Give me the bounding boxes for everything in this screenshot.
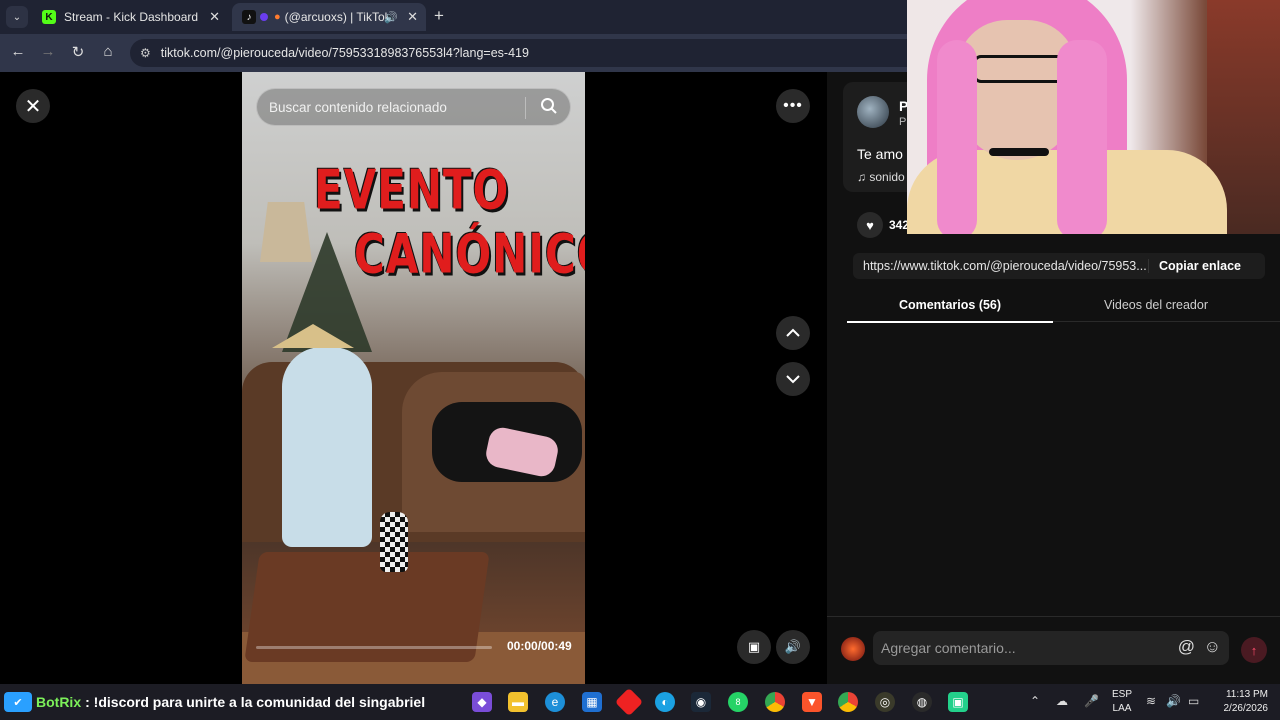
back-icon[interactable]: ← <box>8 43 28 60</box>
like-control[interactable]: ♥ 342 <box>857 212 909 238</box>
chevron-up-icon <box>786 328 800 337</box>
emoji-icon[interactable]: ☺ <box>1204 637 1221 657</box>
comment-input[interactable]: Agregar comentario... @ ☺ <box>873 631 1229 665</box>
battery-icon[interactable]: ▭ <box>1188 694 1199 708</box>
chat-message: : !discord para unirte a la comunidad de… <box>85 694 426 710</box>
flame-icon: ● <box>274 11 281 23</box>
tab-tiktok[interactable]: ♪ ● (@arcuoxs) | TikTok 🔊 ✕ <box>232 3 426 31</box>
edge-icon[interactable]: e <box>545 692 565 712</box>
speaker-icon[interactable]: 🔊 <box>384 11 398 24</box>
creator-subtitle: P <box>899 116 907 128</box>
chrome-icon[interactable] <box>765 692 785 712</box>
comment-placeholder: Agregar comentario... <box>881 640 1016 656</box>
file-explorer-icon[interactable]: ▬ <box>508 692 528 712</box>
video-caption: Te amo r <box>857 146 912 162</box>
heart-icon[interactable]: ♥ <box>857 212 883 238</box>
chat-username: BotRix <box>36 694 82 710</box>
copilot-icon[interactable]: ◆ <box>472 692 492 712</box>
url-text: tiktok.com/@pierouceda/video/75953318983… <box>160 46 529 60</box>
creator-avatar[interactable] <box>857 96 889 128</box>
windows-taskbar: ✔ BotRix : !discord para unirte a la com… <box>0 684 1280 720</box>
address-bar[interactable]: ⚙ tiktok.com/@pierouceda/video/759533189… <box>130 39 930 67</box>
tab-title: Stream - Kick Dashboard <box>64 10 199 24</box>
tab-comments[interactable]: Comentarios (56) <box>847 298 1053 323</box>
volume-tray-icon[interactable]: 🔊 <box>1166 694 1181 708</box>
cam-hair-left <box>937 40 977 234</box>
microphone-icon[interactable]: 🎤 <box>1084 694 1099 708</box>
video-overlay-title-line1: EVENTO <box>314 158 510 222</box>
close-video-button[interactable]: ✕ <box>16 89 50 123</box>
app-green-icon[interactable]: ▣ <box>948 692 968 712</box>
chrome-active-icon[interactable] <box>838 692 858 712</box>
video-progress-bar[interactable] <box>256 646 492 649</box>
search-placeholder: Buscar contenido relacionado <box>269 99 447 115</box>
search-divider <box>525 97 526 119</box>
picture-in-picture-button[interactable]: ▣ <box>737 630 771 664</box>
app-globe-icon[interactable]: ◎ <box>875 692 895 712</box>
forward-icon[interactable]: → <box>38 43 58 60</box>
volume-button[interactable]: 🔊 <box>776 630 810 664</box>
comment-bar: Agregar comentario... @ ☺ ↑ <box>827 616 1280 684</box>
send-comment-button[interactable]: ↑ <box>1241 637 1267 663</box>
music-note-icon: ♫ <box>857 170 870 184</box>
panel-tabs: Comentarios (56) Videos del creador <box>847 294 1280 323</box>
site-info-icon[interactable]: ⚙ <box>140 46 151 60</box>
tab-title: (@arcuoxs) | TikTok <box>284 10 391 24</box>
close-tab-icon[interactable]: ✕ <box>407 9 418 25</box>
previous-video-button[interactable] <box>776 316 810 350</box>
whatsapp-icon[interactable]: 8 <box>728 692 748 712</box>
music-label: sonido <box>869 170 905 184</box>
language-indicator[interactable]: ESP LAA <box>1112 688 1132 716</box>
new-tab-button[interactable]: + <box>434 6 444 26</box>
reload-icon[interactable]: ↻ <box>68 43 88 61</box>
clock-time: 11:13 PM <box>1225 689 1268 700</box>
tab-creator-videos[interactable]: Videos del creador <box>1053 298 1259 312</box>
tab-search-button[interactable]: ⌄ <box>6 6 28 28</box>
chat-ticker: ✔ BotRix : !discord para unirte a la com… <box>4 692 425 712</box>
mention-icon[interactable]: @ <box>1178 637 1195 657</box>
home-icon[interactable]: ⌂ <box>98 43 118 60</box>
cloud-icon[interactable]: ☁ <box>1056 694 1068 708</box>
whatsapp-badge: 8 <box>735 697 741 707</box>
video-timecode: 00:00/00:49 <box>507 639 572 653</box>
more-options-button[interactable]: ••• <box>776 89 810 123</box>
tiktok-icon: ♪ <box>242 10 256 24</box>
user-avatar <box>841 637 865 661</box>
scene-vase <box>380 512 408 572</box>
profile-dot-icon <box>260 13 268 21</box>
scene-person-sitting <box>282 347 372 547</box>
share-url[interactable]: https://www.tiktok.com/@pierouceda/video… <box>853 259 1149 273</box>
language-line2: LAA <box>1112 703 1132 714</box>
screen: ⌄ K Stream - Kick Dashboard ✕ ♪ ● (@arcu… <box>0 0 1280 720</box>
language-line1: ESP <box>1112 689 1133 700</box>
scene-lamp <box>260 202 312 262</box>
kick-icon: K <box>42 10 56 24</box>
steam-icon[interactable]: ◉ <box>691 692 711 712</box>
webcam-overlay <box>907 0 1280 234</box>
system-clock[interactable]: 11:13 PM 2/26/2026 <box>1216 688 1269 716</box>
music-row[interactable]: ♫ sonido <box>857 170 905 184</box>
chevron-down-icon <box>786 375 800 384</box>
store-icon[interactable]: ▦ <box>582 692 602 712</box>
video-overlay-title-line2: CANÓNICO <box>354 222 585 286</box>
bot-badge-icon: ✔ <box>4 692 32 712</box>
cam-choker <box>989 148 1049 156</box>
copy-link-button[interactable]: Copiar enlace <box>1159 259 1241 273</box>
clock-date: 2/26/2026 <box>1223 703 1269 714</box>
brave-icon[interactable]: ▼ <box>802 692 822 712</box>
obs-icon[interactable]: ◍ <box>912 692 932 712</box>
tray-chevron-icon[interactable]: ⌃ <box>1030 694 1040 708</box>
next-video-button[interactable] <box>776 362 810 396</box>
related-search-input[interactable]: Buscar contenido relacionado <box>256 88 571 126</box>
cam-glasses <box>973 55 1065 83</box>
wifi-icon[interactable]: ≋ <box>1146 694 1156 708</box>
search-icon[interactable] <box>540 97 558 118</box>
video-player[interactable]: EVENTO CANÓNICO Buscar contenido relacio… <box>242 72 585 684</box>
close-tab-icon[interactable]: ✕ <box>209 9 220 25</box>
tab-kick-dashboard[interactable]: K Stream - Kick Dashboard ✕ <box>32 3 228 31</box>
browser-globe-icon[interactable]: ◐ <box>655 692 675 712</box>
share-link-row: https://www.tiktok.com/@pierouceda/video… <box>853 253 1265 279</box>
app-diamond-icon[interactable] <box>614 687 644 717</box>
cam-hair-right <box>1057 40 1107 234</box>
